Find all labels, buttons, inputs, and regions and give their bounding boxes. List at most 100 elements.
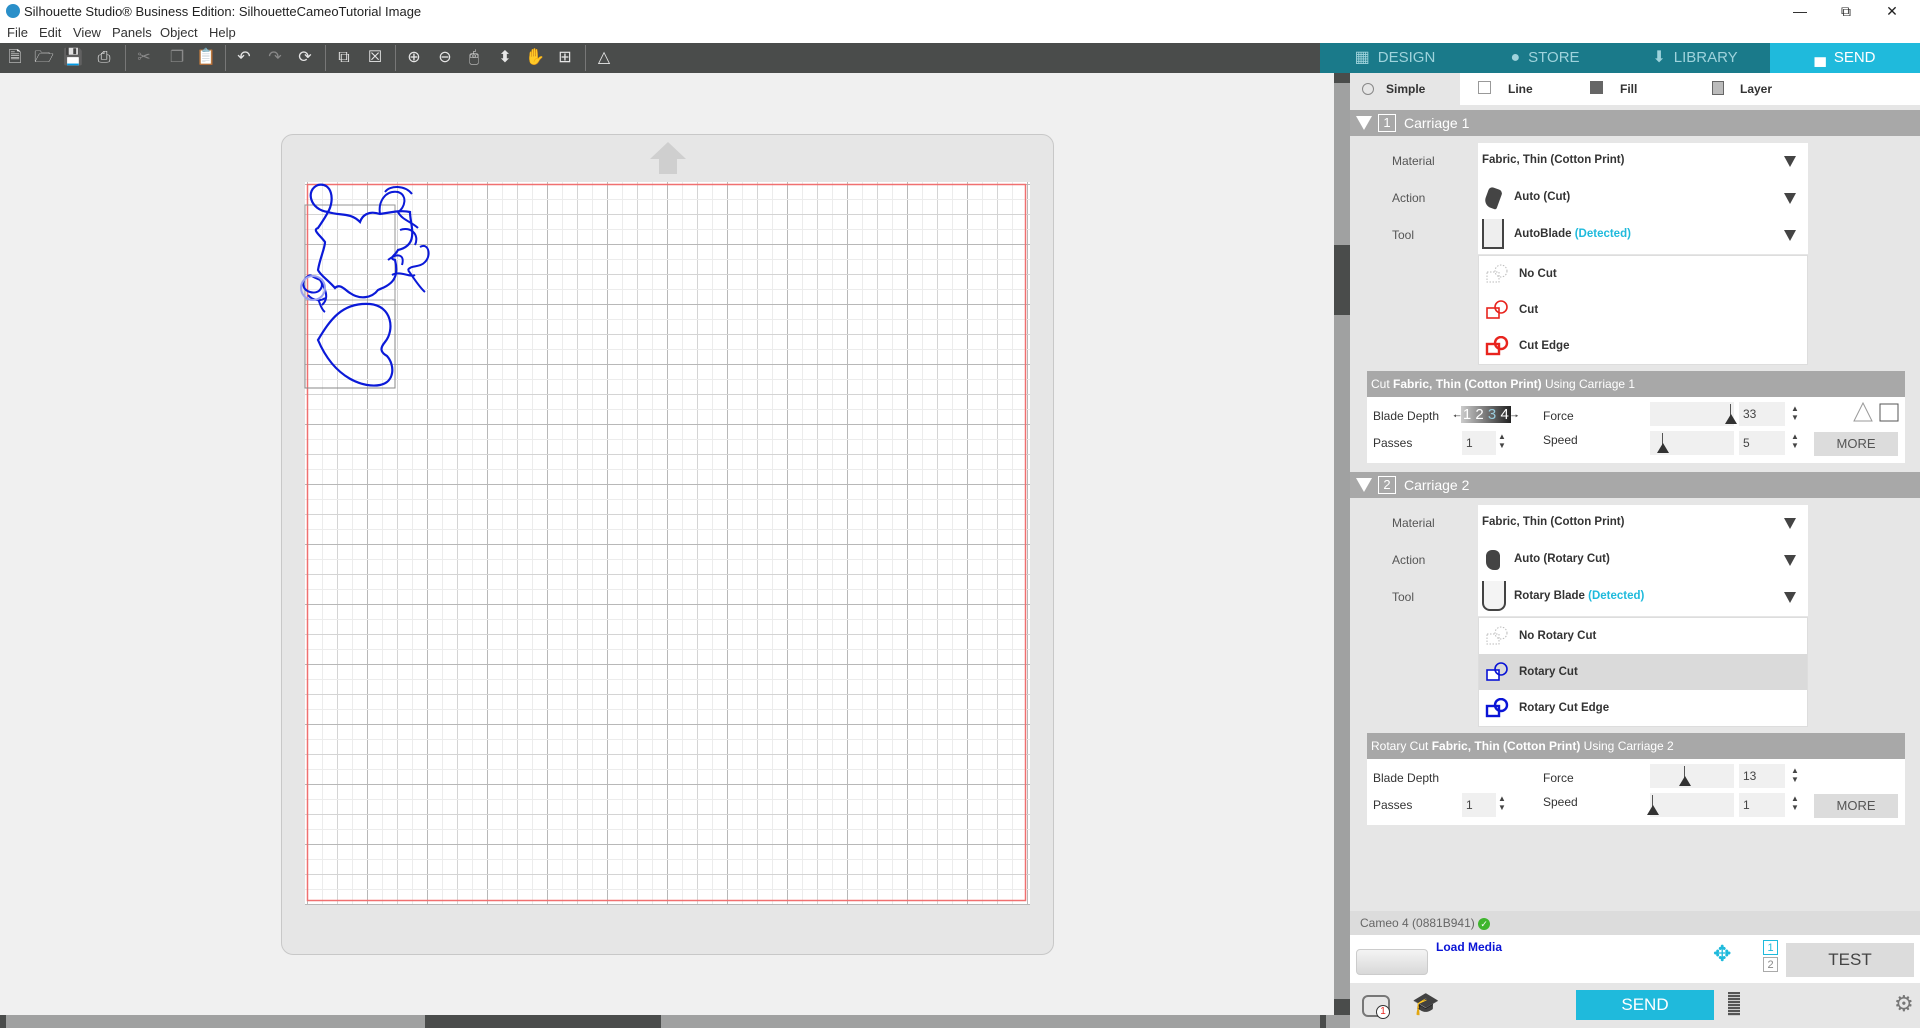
open-folder-icon[interactable]: 🗁 <box>33 48 55 68</box>
zoom-in-icon[interactable]: ⊕ <box>403 48 425 68</box>
save-icon[interactable]: 💾 <box>62 48 84 68</box>
ungroup-icon[interactable]: ☒ <box>364 48 386 68</box>
tab-library[interactable]: ⬇ LIBRARY <box>1620 43 1770 73</box>
speed-slider[interactable] <box>1650 431 1734 455</box>
print-icon[interactable]: ⎙ <box>93 48 115 68</box>
sketch-tools-icon[interactable]: △ <box>593 48 615 68</box>
carriage-2-tool-select[interactable]: Rotary Blade (Detected) <box>1478 579 1808 616</box>
blade-depth-right-arrow-icon[interactable]: 🠖 <box>1511 411 1519 421</box>
carriage-1-header[interactable]: 1 Carriage 1 <box>1350 110 1920 136</box>
slider-knob[interactable] <box>1657 443 1669 453</box>
copy-icon[interactable]: ❐ <box>166 48 188 68</box>
menu-object[interactable]: Object <box>160 25 198 40</box>
carriage-1-select[interactable]: 1 <box>1763 940 1778 955</box>
vertical-scrollbar[interactable] <box>1334 73 1350 1028</box>
scroll-right-button[interactable] <box>1320 1015 1326 1028</box>
overcut-icon[interactable] <box>1852 401 1900 423</box>
minimize-button[interactable]: — <box>1777 0 1823 23</box>
group-icon[interactable]: ⧉ <box>333 48 355 68</box>
scroll-up-button[interactable] <box>1334 73 1350 83</box>
carriage-2-cut-options: No Rotary Cut Rotary Cut Rotary Cut Edge <box>1478 617 1808 727</box>
speed-spinner-arrows[interactable]: ▲ ▼ <box>1791 432 1799 452</box>
scroll-left-button[interactable] <box>0 1015 6 1028</box>
gear-icon[interactable]: ⚙ <box>1894 991 1914 1017</box>
mode-line[interactable]: Line <box>1470 73 1580 105</box>
slider-knob[interactable] <box>1725 414 1737 424</box>
zoom-selection-icon[interactable]: 🖱 <box>463 48 485 68</box>
option-cut-edge[interactable]: Cut Edge <box>1479 328 1807 364</box>
carriage-2-material-select[interactable]: Fabric, Thin (Cotton Print) <box>1478 505 1808 542</box>
menu-help[interactable]: Help <box>209 25 236 40</box>
tab-store[interactable]: ● STORE <box>1470 43 1620 73</box>
move-arrows-icon[interactable]: ✥ <box>1713 941 1731 967</box>
send-button[interactable]: SEND <box>1576 990 1714 1020</box>
tutorial-graduation-cap-icon[interactable]: 🎓 <box>1412 991 1439 1017</box>
zoom-box-icon[interactable]: ⊞ <box>554 48 576 68</box>
collapse-triangle-icon[interactable] <box>1356 478 1372 492</box>
blade-depth-selector[interactable]: 🠔 1 2 3 4 🠖 <box>1453 405 1523 425</box>
passes-spinner-arrows[interactable]: ▲ ▼ <box>1498 794 1506 814</box>
scroll-down-button[interactable] <box>1334 999 1350 1015</box>
fit-to-page-icon[interactable]: ⬍ <box>494 48 516 68</box>
zoom-out-icon[interactable]: ⊖ <box>434 48 456 68</box>
more-button[interactable]: MORE <box>1814 432 1898 456</box>
restore-button[interactable]: ⧉ <box>1823 0 1869 23</box>
slider-knob[interactable] <box>1647 805 1659 815</box>
carriage-2-header[interactable]: 2 Carriage 2 <box>1350 472 1920 498</box>
passes-spinner-arrows[interactable]: ▲ ▼ <box>1498 432 1506 452</box>
force-slider[interactable] <box>1650 764 1734 788</box>
menu-panels[interactable]: Panels <box>112 25 152 40</box>
title-bar: Silhouette Studio® Business Edition: Sil… <box>0 0 1920 23</box>
mode-fill[interactable]: Fill <box>1582 73 1692 105</box>
force-input[interactable]: 33 <box>1739 402 1785 426</box>
test-button[interactable]: TEST <box>1786 943 1914 977</box>
pan-hand-icon[interactable]: ✋ <box>524 48 546 68</box>
undo-icon[interactable]: ↶ <box>233 48 255 68</box>
option-rotary-cut[interactable]: Rotary Cut <box>1479 654 1807 690</box>
carriage-2-cut-settings: Rotary Cut Fabric, Thin (Cotton Print) U… <box>1367 733 1905 825</box>
tab-send[interactable]: ▄ SEND <box>1770 43 1920 73</box>
force-spinner-arrows[interactable]: ▲ ▼ <box>1791 766 1799 786</box>
barcode-icon[interactable] <box>1728 992 1740 1016</box>
horizontal-scrollbar[interactable] <box>0 1015 1334 1028</box>
option-rotary-cut-edge[interactable]: Rotary Cut Edge <box>1479 690 1807 726</box>
redo-icon[interactable]: ↷ <box>264 48 286 68</box>
carriage-1-action-select[interactable]: Auto (Cut) <box>1478 180 1808 217</box>
option-no-rotary-cut[interactable]: No Rotary Cut <box>1479 618 1807 654</box>
option-no-cut[interactable]: No Cut <box>1479 256 1807 292</box>
close-button[interactable]: ✕ <box>1869 0 1915 23</box>
collapse-triangle-icon[interactable] <box>1356 116 1372 130</box>
mode-simple[interactable]: Simple <box>1350 73 1460 105</box>
speed-input[interactable]: 1 <box>1739 793 1785 817</box>
menu-edit[interactable]: Edit <box>39 25 61 40</box>
load-media-link[interactable]: Load Media <box>1436 940 1502 954</box>
passes-input[interactable]: 1 <box>1462 793 1496 817</box>
more-button[interactable]: MORE <box>1814 794 1898 818</box>
force-input[interactable]: 13 <box>1739 764 1785 788</box>
carriage-1-material-select[interactable]: Fabric, Thin (Cotton Print) <box>1478 143 1808 180</box>
carriage-2-select[interactable]: 2 <box>1763 957 1778 972</box>
blade-depth-left-arrow-icon[interactable]: 🠔 <box>1453 411 1461 421</box>
passes-input[interactable]: 1 <box>1462 431 1496 455</box>
toolbar-separator <box>225 45 226 71</box>
speed-slider[interactable] <box>1647 793 1734 817</box>
vertical-scroll-thumb[interactable] <box>1334 245 1350 315</box>
carriage-1-tool-select[interactable]: AutoBlade (Detected) <box>1478 217 1808 254</box>
mode-layer[interactable]: Layer <box>1702 73 1812 105</box>
new-document-icon[interactable]: 🗎 <box>4 48 26 68</box>
speed-input[interactable]: 5 <box>1739 431 1785 455</box>
redraw-icon[interactable]: ⟳ <box>294 48 316 68</box>
menu-file[interactable]: File <box>7 25 28 40</box>
cut-scissors-icon[interactable]: ✂ <box>133 48 155 68</box>
paste-clipboard-icon[interactable]: 📋 <box>195 48 217 68</box>
menu-view[interactable]: View <box>73 25 101 40</box>
horizontal-scroll-thumb[interactable] <box>425 1015 661 1028</box>
option-cut[interactable]: Cut <box>1479 292 1807 328</box>
force-spinner-arrows[interactable]: ▲ ▼ <box>1791 404 1799 424</box>
tab-design[interactable]: ▦ DESIGN <box>1320 43 1470 73</box>
slider-knob[interactable] <box>1679 776 1691 786</box>
speed-spinner-arrows[interactable]: ▲ ▼ <box>1791 794 1799 814</box>
carriage-2-action-select[interactable]: Auto (Rotary Cut) <box>1478 542 1808 579</box>
force-slider[interactable] <box>1650 402 1737 426</box>
design-artwork[interactable] <box>280 130 480 400</box>
